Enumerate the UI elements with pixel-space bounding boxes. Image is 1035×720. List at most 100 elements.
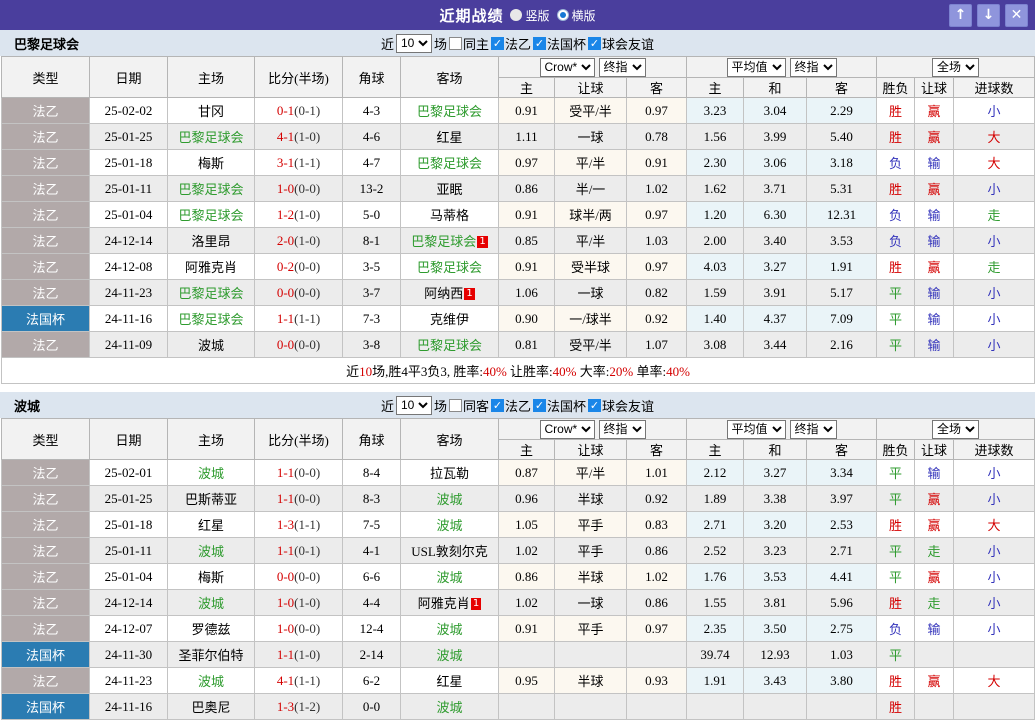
sub-col-header-2: 客 (627, 440, 687, 460)
away-odds: 0.97 (627, 616, 687, 642)
home-team: 巴黎足球会 (168, 202, 255, 228)
result-handicap: 赢 (915, 98, 954, 124)
average-select[interactable]: 平均值 (727, 420, 786, 439)
result-goals: 走 (954, 254, 1035, 280)
odds-time-select[interactable]: 终指 (599, 420, 646, 439)
team-name: 巴黎足球会 (14, 34, 79, 53)
away-odds: 1.02 (627, 564, 687, 590)
avg-draw-odds: 4.37 (744, 306, 807, 332)
avg-time-select[interactable]: 终指 (790, 58, 837, 77)
corners: 0-0 (343, 694, 401, 720)
home-odds: 0.90 (499, 306, 555, 332)
score: 1-1(0-0) (255, 460, 343, 486)
result-outcome: 负 (877, 150, 915, 176)
avg-home-odds: 1.40 (687, 306, 744, 332)
away-odds: 0.97 (627, 98, 687, 124)
arrow-up-icon: ↑ (955, 8, 967, 22)
home-odds: 0.95 (499, 668, 555, 694)
close-icon: ✕ (1011, 8, 1023, 22)
match-type: 法国杯 (2, 694, 90, 720)
sub-col-header-1: 让球 (555, 78, 627, 98)
corners: 8-4 (343, 460, 401, 486)
handicap-line: 半球 (555, 668, 627, 694)
result-goals: 小 (954, 228, 1035, 254)
filter-checkbox-1[interactable]: ✓法乙 (491, 396, 531, 415)
filter-checkbox-1[interactable]: ✓法乙 (491, 34, 531, 53)
filter-checkbox-0[interactable]: 同主 (449, 34, 489, 53)
match-row: 法乙24-12-14洛里昂2-0(1-0)8-1巴黎足球会10.85平/半1.0… (2, 228, 1035, 254)
match-type: 法国杯 (2, 642, 90, 668)
scope-select[interactable]: 全场 (932, 58, 979, 77)
result-handicap: 赢 (915, 564, 954, 590)
filter-checkbox-2[interactable]: ✓法国杯 (533, 34, 586, 53)
bookmaker-select[interactable]: Crow* (540, 420, 595, 439)
avg-time-select[interactable]: 终指 (790, 420, 837, 439)
average-select[interactable]: 平均值 (727, 58, 786, 77)
avg-draw-odds: 3.23 (744, 538, 807, 564)
avg-draw-odds: 3.20 (744, 512, 807, 538)
result-goals: 大 (954, 512, 1035, 538)
col-header-0: 类型 (2, 57, 90, 98)
radio-horizontal-layout[interactable]: 横版 (557, 7, 596, 24)
games-label: 场 (434, 396, 447, 415)
result-handicap: 输 (915, 460, 954, 486)
section-band-1: 波城近10场同客✓法乙✓法国杯✓球会友谊 (0, 392, 1035, 418)
home-team: 洛里昂 (168, 228, 255, 254)
match-type: 法乙 (2, 280, 90, 306)
section-gap (0, 384, 1035, 392)
radio-vertical-layout[interactable]: 竖版 (510, 7, 549, 24)
avg-away-odds: 1.03 (807, 642, 877, 668)
sub-col-header-2: 客 (627, 78, 687, 98)
avg-home-odds: 2.30 (687, 150, 744, 176)
match-count-select[interactable]: 10 (396, 396, 432, 415)
scope-select[interactable]: 全场 (932, 420, 979, 439)
result-outcome: 胜 (877, 512, 915, 538)
match-row: 法乙25-01-18红星1-3(1-1)7-5波城1.05平手0.832.713… (2, 512, 1035, 538)
handicap-line: 平手 (555, 538, 627, 564)
home-odds: 0.91 (499, 254, 555, 280)
odds-time-select[interactable]: 终指 (599, 58, 646, 77)
filter-checkbox-2[interactable]: ✓法国杯 (533, 396, 586, 415)
away-team: 巴黎足球会 (401, 98, 499, 124)
match-row: 法国杯24-11-16巴奥尼1-3(1-2)0-0波城胜 (2, 694, 1035, 720)
handicap-line (555, 642, 627, 668)
result-handicap: 输 (915, 202, 954, 228)
match-type: 法乙 (2, 254, 90, 280)
avg-home-odds: 1.55 (687, 590, 744, 616)
home-team: 巴黎足球会 (168, 124, 255, 150)
result-outcome: 平 (877, 460, 915, 486)
away-odds: 1.03 (627, 228, 687, 254)
handicap-line: 平/半 (555, 228, 627, 254)
score: 1-1(1-1) (255, 306, 343, 332)
match-count-select[interactable]: 10 (396, 34, 432, 53)
filter-checkbox-3[interactable]: ✓球会友谊 (588, 396, 654, 415)
bookmaker-select[interactable]: Crow* (540, 58, 595, 77)
result-outcome: 平 (877, 306, 915, 332)
match-type: 法乙 (2, 486, 90, 512)
result-handicap: 输 (915, 332, 954, 358)
filter-checkbox-3[interactable]: ✓球会友谊 (588, 34, 654, 53)
avg-away-odds: 2.29 (807, 98, 877, 124)
move-down-button[interactable]: ↓ (977, 4, 1000, 27)
move-up-button[interactable]: ↑ (949, 4, 972, 27)
avg-away-odds: 3.80 (807, 668, 877, 694)
avg-home-odds: 1.91 (687, 668, 744, 694)
games-label: 场 (434, 34, 447, 53)
card-badge: 1 (471, 598, 481, 610)
home-odds: 1.11 (499, 124, 555, 150)
close-button[interactable]: ✕ (1005, 4, 1028, 27)
home-odds: 0.81 (499, 332, 555, 358)
home-odds: 0.86 (499, 176, 555, 202)
home-team: 红星 (168, 512, 255, 538)
away-odds: 0.82 (627, 280, 687, 306)
result-outcome: 胜 (877, 694, 915, 720)
corners: 4-4 (343, 590, 401, 616)
radio-unselected-icon (510, 9, 522, 21)
result-goals: 小 (954, 590, 1035, 616)
match-type: 法国杯 (2, 306, 90, 332)
match-date: 25-02-02 (90, 98, 168, 124)
corners: 6-6 (343, 564, 401, 590)
checked-checkbox-icon: ✓ (533, 37, 546, 50)
radio-selected-icon (557, 9, 569, 21)
filter-checkbox-0[interactable]: 同客 (449, 396, 489, 415)
